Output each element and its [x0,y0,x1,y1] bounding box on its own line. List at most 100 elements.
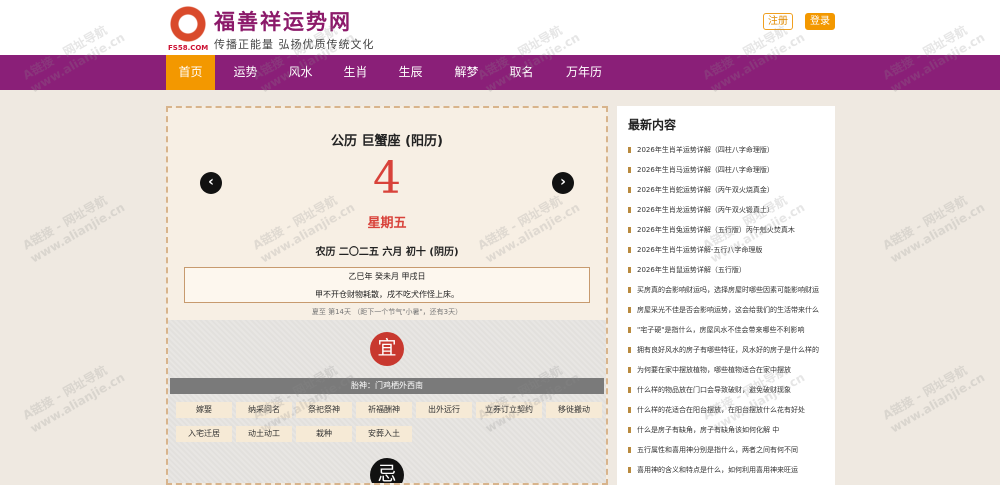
list-item-label: 房屋采光不佳是否会影响运势，这会给我们的生活带来什么 [637,306,819,314]
list-item-label: 喜用神的含义和特点是什么，如何利用喜用神来旺运 [637,466,798,474]
bullet-icon [628,207,631,213]
site-name: 福善祥运势网 [214,9,352,34]
bullet-icon [628,347,631,353]
bullet-icon [628,307,631,313]
logo-domain: FS58.COM [168,44,209,52]
calendar-panel: 公历 巨蟹座 (阳历) ‹ › 4 星期五 农历 二〇二五 六月 初十 (阴历)… [166,106,608,485]
list-item[interactable]: 五行属性和喜用神分别是指什么，两者之间有何不同 [628,443,828,457]
list-item-label: 2026年生肖龙运势详解（丙午双火锻真土） [637,206,774,214]
main-nav: 首页 运势 风水 生肖 生辰 解梦 取名 万年历 [0,55,1000,90]
calendar-title: 公历 巨蟹座 (阳历) [331,134,443,149]
list-item[interactable]: 房屋采光不佳是否会影响运势，这会给我们的生活带来什么 [628,303,828,317]
bullet-icon [628,247,631,253]
calendar-header: 公历 巨蟹座 (阳历) ‹ › 4 星期五 农历 二〇二五 六月 初十 (阴历)… [168,108,606,320]
taboo-text: 甲不开仓财物耗散，戌不吃犬作怪上床。 [315,290,459,299]
sidebar-title: 最新内容 [628,118,677,132]
nav-calendar[interactable]: 万年历 [556,55,612,90]
bullet-icon [628,267,631,273]
ganzhi-text: 乙巳年 癸未月 甲戌日 [348,272,426,281]
nav-dream[interactable]: 解梦 [444,55,489,90]
bullet-icon [628,387,631,393]
yi-item: 安葬入土 [356,426,412,442]
yi-item: 移徙搬动 [546,402,602,418]
list-item[interactable]: "宅子硬"是指什么，房屋风水不佳会带来哪些不利影响 [628,323,828,337]
bullet-icon [628,427,631,433]
bullet-icon [628,147,631,153]
latest-content-sidebar: 最新内容 2026年生肖羊运势详解（四柱八字命理版） 2026年生肖马运势详解（… [617,106,835,485]
yi-item: 祈福酬神 [356,402,412,418]
list-item-label: 2026年生肖蛇运势详解（丙午双火烧真金） [637,186,774,194]
nav-fortune[interactable]: 运势 [223,55,268,90]
register-button[interactable]: 注册 [763,13,793,30]
site-logo[interactable]: FS58.COM 福善祥运势网 传播正能量 弘扬优质传统文化 [168,4,388,52]
yiji-section: 宜 胎神：门鸡栖外西南 嫁娶 纳采问名 祭祀祭神 祈福酬神 出外远行 立券订立契… [168,320,606,483]
solar-term: 夏至 第14天 （距下一个节气"小暑"，还有3天） [311,308,463,316]
god-direction: 胎神：门鸡栖外西南 [170,378,604,394]
bullet-icon [628,187,631,193]
list-item[interactable]: 2026年生肖鼠运势详解（五行版） [628,263,828,277]
nav-birthday[interactable]: 生辰 [388,55,433,90]
list-item-label: 五行属性和喜用神分别是指什么，两者之间有何不同 [637,446,798,454]
list-item[interactable]: 什么样的物品放在门口会导致破财，避免破财现象 [628,383,828,397]
ganzhi-box: 乙巳年 癸未月 甲戌日 甲不开仓财物耗散，戌不吃犬作怪上床。 [184,267,590,303]
list-item-label: 什么样的物品放在门口会导致破财，避免破财现象 [637,386,791,394]
watermark-line2: www.alianjie.cn [27,200,128,266]
list-item[interactable]: 2026年生肖蛇运势详解（丙午双火烧真金） [628,183,828,197]
lunar-date: 农历 二〇二五 六月 初十 (阴历) [315,247,459,258]
list-item-label: 2026年生肖兔运势详解（五行版）丙午剋火焚真木 [637,226,795,234]
watermark: A链接 - 网址导航 www.alianjie.cn [19,355,127,435]
bullet-icon [628,407,631,413]
yi-item: 出外远行 [416,402,472,418]
list-item[interactable]: 2026年生肖羊运势详解（四柱八字命理版） [628,143,828,157]
list-item-label: 什么是房子有缺角，房子有缺角该如何化解 中 [637,426,780,434]
list-item[interactable]: 2026年生肖兔运势详解（五行版）丙午剋火焚真木 [628,223,828,237]
yi-item: 栽种 [296,426,352,442]
yi-item: 入宅迁居 [176,426,232,442]
nav-fengshui[interactable]: 风水 [278,55,323,90]
ji-badge: 忌 [370,458,404,483]
yi-badge: 宜 [370,332,404,366]
yi-item: 动土动工 [236,426,292,442]
yi-item: 嫁娶 [176,402,232,418]
watermark-line1: A链接 - 网址导航 [880,363,970,423]
nav-home[interactable]: 首页 [166,55,215,90]
watermark: A链接 - 网址导航 www.alianjie.cn [879,185,987,265]
list-item[interactable]: 什么是房子有缺角，房子有缺角该如何化解 中 [628,423,828,437]
weekday: 星期五 [367,216,407,231]
nav-zodiac[interactable]: 生肖 [333,55,378,90]
list-item[interactable]: 2026年生肖龙运势详解（丙午双火锻真土） [628,203,828,217]
yi-item: 立券订立契约 [476,402,542,418]
bullet-icon [628,227,631,233]
list-item-label: "宅子硬"是指什么，房屋风水不佳会带来哪些不利影响 [637,326,805,334]
list-item[interactable]: 买房真的会影响财运吗，选择房屋时哪些因素可能影响财运 [628,283,828,297]
watermark-line1: A链接 - 网址导航 [880,193,970,253]
list-item-label: 2026年生肖鼠运势详解（五行版） [637,266,746,274]
list-item[interactable]: 喜用神的含义和特点是什么，如何利用喜用神来旺运 [628,463,828,477]
yi-item: 纳采问名 [236,402,292,418]
watermark-line1: A链接 - 网址导航 [20,193,110,253]
day-number: 4 [373,153,401,204]
logo-icon [168,4,208,44]
list-item[interactable]: 2026年生肖牛运势详解-五行八字命理版 [628,243,828,257]
list-item-label: 买房真的会影响财运吗，选择房屋时哪些因素可能影响财运 [637,286,819,294]
watermark: A链接 - 网址导航 www.alianjie.cn [19,185,127,265]
list-item-label: 什么样的花适合在阳台摆放，在阳台摆放什么花有好处 [637,406,805,414]
site-slogan: 传播正能量 弘扬优质传统文化 [214,38,375,51]
watermark-line2: www.alianjie.cn [887,200,988,266]
nav-naming[interactable]: 取名 [499,55,544,90]
watermark: A链接 - 网址导航 www.alianjie.cn [879,355,987,435]
list-item-label: 为何要在家中摆放植物，哪些植物适合在家中摆放 [637,366,791,374]
list-item[interactable]: 2026年生肖马运势详解（四柱八字命理版） [628,163,828,177]
list-item[interactable]: 拥有良好风水的房子有哪些特征，风水好的房子是什么样的 [628,343,828,357]
list-item[interactable]: 什么样的花适合在阳台摆放，在阳台摆放什么花有好处 [628,403,828,417]
bullet-icon [628,167,631,173]
login-button[interactable]: 登录 [805,13,835,30]
watermark-line1: A链接 - 网址导航 [20,363,110,423]
bullet-icon [628,367,631,373]
bullet-icon [628,287,631,293]
list-item-label: 拥有良好风水的房子有哪些特征，风水好的房子是什么样的 [637,346,819,354]
list-item[interactable]: 为何要在家中摆放植物，哪些植物适合在家中摆放 [628,363,828,377]
list-item-label: 2026年生肖羊运势详解（四柱八字命理版） [637,146,774,154]
bullet-icon [628,327,631,333]
yi-item: 祭祀祭神 [296,402,352,418]
